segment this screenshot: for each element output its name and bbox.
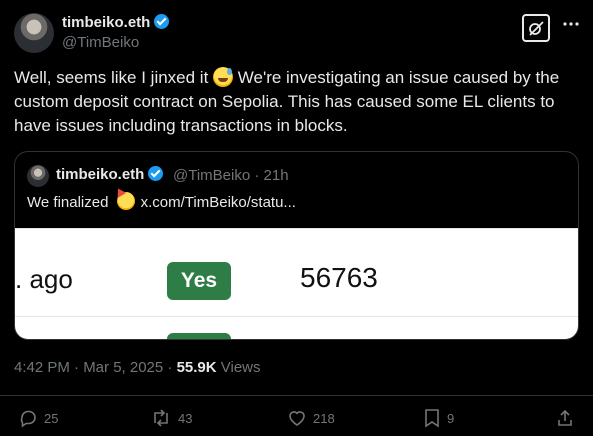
party-face-emoji-icon [116, 192, 135, 210]
reply-count: 25 [44, 410, 59, 426]
quoted-post[interactable]: timbeiko.eth @TimBeiko · 21h We finalize… [14, 151, 579, 340]
author-name-text[interactable]: timbeiko.eth [62, 14, 150, 31]
image-number: 56763 [300, 262, 378, 293]
post-text-part1: Well, seems like I jinxed it [14, 68, 214, 87]
grok-slash-icon[interactable] [522, 14, 550, 42]
post-timestamp[interactable]: 4:42 PM · Mar 5, 2025 · [14, 359, 177, 376]
quote-verified-badge-icon [148, 166, 164, 181]
author-avatar[interactable] [14, 13, 54, 53]
quote-text-part1: We finalized [27, 194, 113, 211]
quote-image[interactable]: . ago Yes 56763 [15, 228, 578, 339]
quote-author-avatar [27, 165, 49, 187]
post-text: Well, seems like I jinxed it We're inves… [14, 66, 584, 138]
quote-author-handle-time: @TimBeiko · 21h [173, 167, 289, 184]
image-yes-badge: Yes [167, 262, 231, 300]
image-row-divider [15, 228, 578, 229]
repost-icon [154, 409, 168, 427]
like-count: 218 [313, 410, 335, 426]
more-icon[interactable] [561, 14, 583, 38]
reply-button[interactable]: 25 [18, 405, 58, 431]
share-button[interactable] [555, 405, 581, 431]
quote-author-name: timbeiko.eth [56, 166, 164, 183]
quote-author-name-text: timbeiko.eth [56, 166, 145, 183]
bookmark-icon [425, 409, 439, 428]
repost-button[interactable]: 43 [150, 405, 192, 431]
image-yes-badge-partial [167, 333, 231, 339]
quote-text: We finalized x.com/TimBeiko/statu... [27, 192, 296, 211]
image-row-divider [15, 316, 578, 317]
bookmark-count: 9 [447, 410, 455, 426]
views-label: Views [216, 359, 261, 376]
sweat-smile-emoji-icon [213, 67, 234, 87]
like-icon [289, 411, 305, 426]
share-icon [558, 409, 572, 426]
like-button[interactable]: 218 [287, 405, 335, 431]
author-handle[interactable]: @TimBeiko [62, 34, 139, 51]
views-count: 55.9K [176, 359, 217, 376]
bookmark-button[interactable]: 9 [423, 405, 454, 431]
post-meta: 4:42 PM · Mar 5, 2025 · 55.9K Views [14, 359, 261, 376]
actions-divider [0, 395, 593, 396]
author-name[interactable]: timbeiko.eth [62, 14, 170, 31]
quote-link-text[interactable]: x.com/TimBeiko/statu... [141, 194, 296, 211]
verified-badge-icon [154, 14, 170, 29]
reply-icon [20, 410, 36, 428]
repost-count: 43 [178, 410, 193, 426]
image-ago-text: . ago [15, 264, 73, 294]
